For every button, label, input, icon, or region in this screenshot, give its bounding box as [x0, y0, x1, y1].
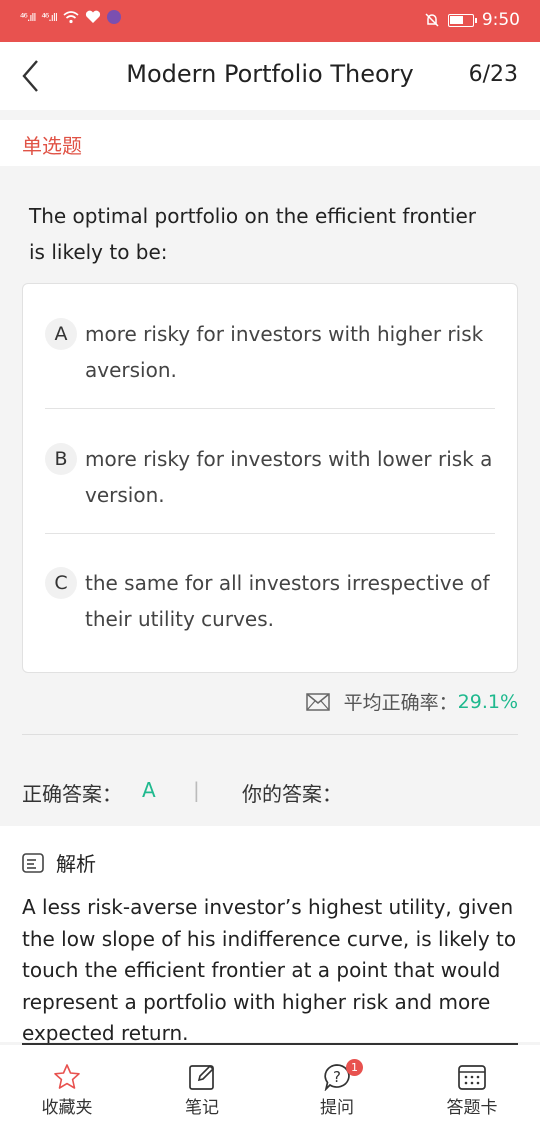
question-area: The optimal portfolio on the efficient f… — [0, 166, 540, 736]
question-progress: 6/23 — [468, 62, 518, 87]
status-bar: ⁴⁶.ıll ⁴⁶.ıll 9:50 — [0, 0, 540, 42]
question-type-bar: 单选题 — [0, 120, 540, 166]
edit-note-icon — [189, 1064, 215, 1090]
analysis-header: 解析 — [22, 848, 96, 877]
option-letter: A — [45, 318, 77, 350]
nav-label: 提问 — [320, 1098, 354, 1118]
document-icon — [22, 852, 44, 873]
signal-icon: ⁴⁶.ıll — [20, 10, 37, 24]
status-time: 9:50 — [481, 10, 520, 30]
heart-icon — [85, 10, 101, 23]
correct-answer-label: 正确答案： — [22, 782, 122, 806]
header: Modern Portfolio Theory 6/23 — [0, 42, 540, 110]
nav-label: 答题卡 — [446, 1098, 498, 1118]
notification-badge: 1 — [346, 1059, 363, 1076]
nav-answer-card[interactable]: 答题卡 — [427, 1063, 517, 1118]
analysis-text: A less risk-averse investor’s highest ut… — [22, 895, 517, 1045]
nav-label: 收藏夹 — [41, 1098, 93, 1118]
divider — [22, 734, 518, 735]
signal-icon-2: ⁴⁶.ıll — [41, 10, 58, 24]
app-notification-icon — [106, 10, 121, 24]
wifi-icon — [63, 11, 79, 24]
status-left: ⁴⁶.ıll ⁴⁶.ıll — [20, 10, 121, 24]
answer-card-icon — [458, 1065, 486, 1090]
page-title: Modern Portfolio Theory — [126, 60, 414, 88]
option-letter: C — [45, 567, 77, 599]
your-answer-label: 你的答案： — [242, 782, 342, 806]
option-text: the same for all investors irrespective … — [85, 571, 490, 631]
option-letter: B — [45, 443, 77, 475]
correct-answer-value: A — [142, 778, 156, 802]
nav-questions[interactable]: ? 1 提问 — [292, 1059, 382, 1118]
mute-icon — [425, 13, 439, 27]
nav-notes[interactable]: 笔记 — [157, 1063, 247, 1118]
mail-icon — [305, 692, 330, 711]
star-icon — [54, 1064, 80, 1089]
svg-text:?: ? — [333, 1068, 341, 1086]
option-divider — [45, 408, 495, 409]
option-c[interactable]: C the same for all investors irrespectiv… — [45, 551, 495, 675]
analysis-section: 解析 A less risk-averse investor’s highest… — [0, 826, 540, 1045]
question-text: The optimal portfolio on the efficient f… — [29, 204, 477, 264]
answer-bar: 正确答案： A | 你的答案： — [0, 736, 540, 826]
options-card: A more risky for investors with higher r… — [22, 283, 518, 673]
bottom-nav: 收藏夹 笔记 ? 1 提问 答题卡 — [0, 1045, 540, 1122]
question-type-label: 单选题 — [22, 134, 82, 158]
nav-favorites[interactable]: 收藏夹 — [22, 1063, 112, 1118]
battery-icon — [447, 13, 477, 27]
status-right: 9:50 — [424, 10, 520, 30]
accuracy-value: 29.1% — [457, 690, 518, 713]
nav-label: 笔记 — [185, 1098, 219, 1118]
option-text: more risky for investors with lower risk… — [85, 447, 493, 507]
option-divider — [45, 533, 495, 534]
answer-separator: | — [193, 778, 200, 802]
option-text: more risky for investors with higher ris… — [85, 322, 484, 382]
average-accuracy: 平均正确率： 29.1% — [305, 688, 518, 715]
accuracy-label: 平均正确率： — [343, 692, 458, 714]
analysis-title: 解析 — [56, 852, 96, 876]
